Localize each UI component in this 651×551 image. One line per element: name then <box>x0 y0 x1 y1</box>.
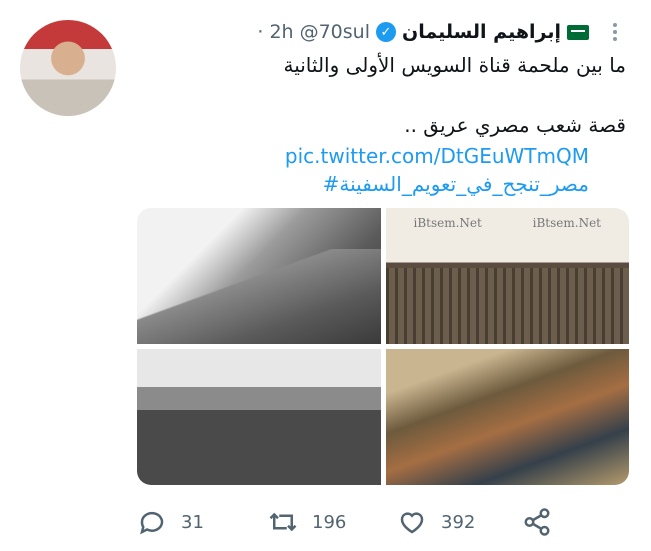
media-photo-3[interactable] <box>137 349 381 485</box>
like-button[interactable]: 392 <box>397 505 475 539</box>
watermark-right: iBtsem.Net <box>532 216 601 230</box>
pic-link[interactable]: pic.twitter.com/DtGEuWTmQM <box>285 144 589 168</box>
reply-icon <box>140 511 164 535</box>
share-button[interactable] <box>522 505 552 539</box>
retweet-count: 196 <box>312 511 347 533</box>
share-icon <box>524 508 550 536</box>
hashtag-link[interactable]: #مصر_تنجح_في_تعويم_السفينة <box>323 172 589 196</box>
tweet-links: pic.twitter.com/DtGEuWTmQM #مصر_تنجح_في_… <box>69 142 589 198</box>
verified-icon: ✓ <box>375 22 396 42</box>
tweet-actions: 31 196 392 <box>137 505 577 539</box>
media-photo-1[interactable] <box>137 208 381 344</box>
tweet-text-line-2: قصة شعب مصري عريق .. <box>404 113 626 137</box>
tweet-time[interactable]: · 2h <box>257 21 293 43</box>
author-name[interactable]: إبراهيم السليمان <box>402 21 561 43</box>
author-handle[interactable]: @70sul <box>300 21 370 43</box>
retweet-button[interactable]: 196 <box>268 505 346 539</box>
media-grid: iBtsem.Net iBtsem.Net <box>137 208 629 485</box>
like-icon <box>400 512 424 534</box>
retweet-icon <box>269 512 297 532</box>
tweet-header: · 2h @70sul ✓ إبراهيم السليمان <box>257 18 589 46</box>
media-photo-4[interactable] <box>385 349 629 485</box>
like-count: 392 <box>441 511 476 533</box>
watermark-left: iBtsem.Net <box>413 216 482 230</box>
more-icon[interactable] <box>608 20 622 54</box>
avatar[interactable] <box>20 20 116 116</box>
flag-icon <box>567 24 589 40</box>
reply-button[interactable]: 31 <box>137 505 204 539</box>
reply-count: 31 <box>181 511 204 533</box>
media-photo-2[interactable]: iBtsem.Net iBtsem.Net <box>385 208 629 344</box>
tweet-text-line-1: ما بين ملحمة قناة السويس الأولى والثانية <box>283 53 626 77</box>
